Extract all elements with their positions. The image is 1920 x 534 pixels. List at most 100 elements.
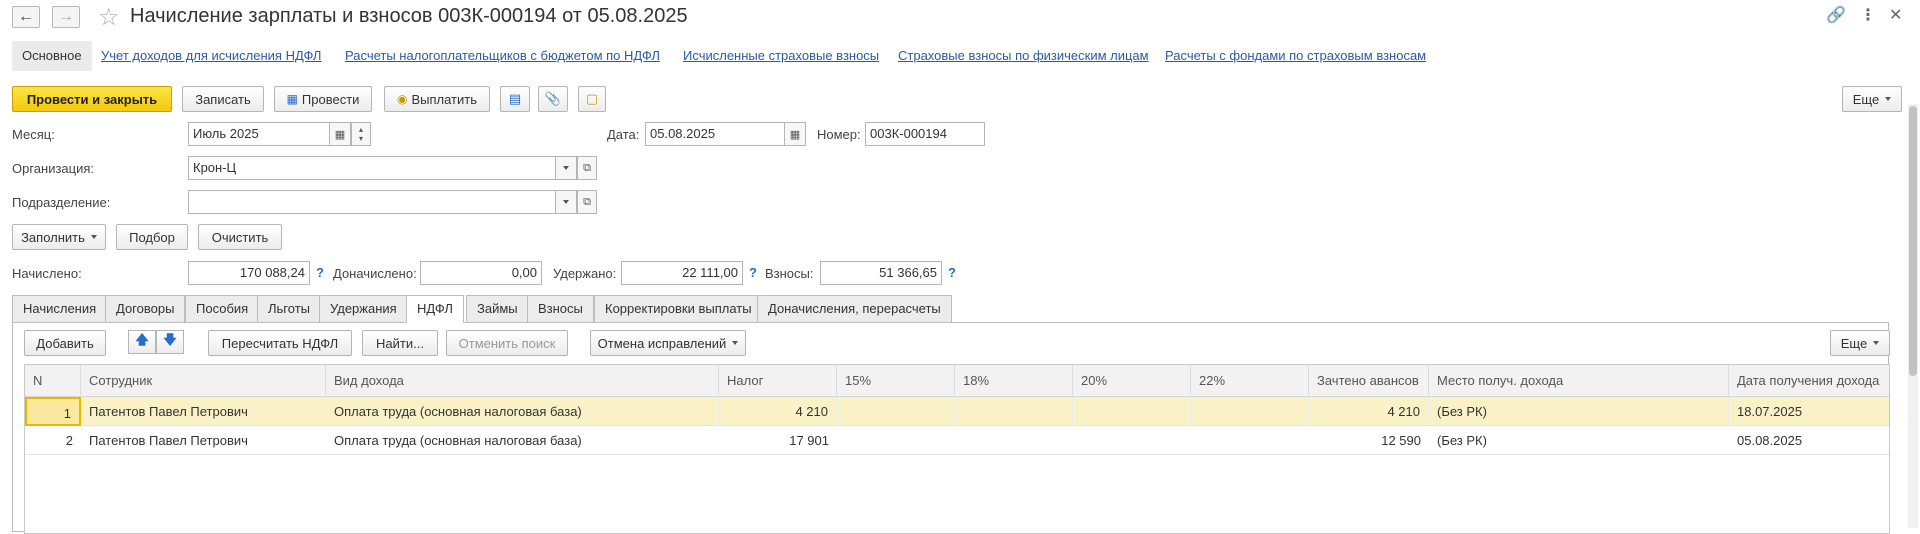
withheld-help-icon[interactable]: ? (749, 265, 757, 280)
more-button[interactable]: Еще (1842, 86, 1902, 112)
nav-link-insurance[interactable]: Исчисленные страховые взносы (683, 48, 879, 63)
month-stepper[interactable]: ▴ ▾ (351, 122, 371, 146)
more-vertical-icon[interactable]: ⋮ (1860, 5, 1876, 25)
tab-deductions[interactable]: Удержания (319, 295, 408, 322)
more-button-label: Еще (1852, 91, 1880, 107)
nav-link-funds[interactable]: Расчеты с фондами по страховым взносам (1165, 48, 1426, 63)
tab-contracts[interactable]: Договоры (105, 295, 186, 322)
chevron-down-icon (732, 341, 739, 345)
rate20-cell (1073, 426, 1191, 455)
withheld-label: Удержано: (553, 266, 617, 281)
withheld-field[interactable]: 22 111,00 (621, 261, 743, 285)
organization-field[interactable]: Крон-Ц (188, 156, 556, 180)
table-row[interactable]: 2 Патентов Павел Петрович Оплата труда (… (25, 426, 1889, 455)
favorite-star-icon[interactable]: ☆ (98, 3, 120, 32)
print-button[interactable]: ▢ (578, 86, 606, 112)
tab-contributions[interactable]: Взносы (527, 295, 594, 322)
post-button-label: Провести (301, 91, 360, 107)
column-header[interactable]: N (25, 365, 81, 397)
department-dropdown-button[interactable] (555, 190, 577, 214)
ndfl-table[interactable]: N Сотрудник Вид дохода Налог 15% 18% 20%… (24, 364, 1890, 534)
attach-button[interactable]: 📎 (538, 86, 568, 112)
date-calendar-button[interactable]: ▦ (784, 122, 806, 146)
page-title: Начисление зарплаты и взносов 003К-00019… (130, 5, 688, 27)
date-field[interactable]: 05.08.2025 (645, 122, 785, 146)
rate15-cell (837, 397, 955, 426)
arrow-up-icon: 🡅 (135, 332, 149, 347)
department-field[interactable] (188, 190, 556, 214)
tab-benefits[interactable]: Пособия (185, 295, 260, 322)
link-icon[interactable]: 🔗 (1826, 5, 1846, 25)
contributions-field[interactable]: 51 366,65 (820, 261, 942, 285)
recalculate-ndfl-button[interactable]: Пересчитать НДФЛ (208, 330, 352, 356)
advances-cell: 4 210 (1309, 397, 1429, 426)
organization-label: Организация: (12, 161, 95, 176)
close-icon[interactable]: ✕ (1889, 5, 1902, 25)
find-button[interactable]: Найти... (362, 330, 438, 356)
pick-button[interactable]: Подбор (116, 224, 188, 250)
add-button[interactable]: Добавить (24, 330, 106, 356)
rate18-cell (955, 426, 1073, 455)
rate18-cell (955, 397, 1073, 426)
pay-button-label: Выплатить (411, 91, 477, 107)
tab-accruals[interactable]: Начисления (12, 295, 108, 322)
nav-link-insurance-persons[interactable]: Страховые взносы по физическим лицам (898, 48, 1149, 63)
accrued-help-icon[interactable]: ? (316, 265, 324, 280)
back-button[interactable]: ← (12, 6, 40, 28)
fill-button[interactable]: Заполнить (12, 224, 106, 250)
number-field[interactable]: 003К-000194 (865, 122, 985, 146)
post-close-button[interactable]: Провести и закрыть (12, 86, 172, 112)
panel-more-button[interactable]: Еще (1830, 330, 1890, 356)
document-icon: ▢ (585, 91, 599, 106)
clear-button[interactable]: Очистить (198, 224, 282, 250)
arrow-right-icon: → (58, 8, 74, 25)
organization-dropdown-button[interactable] (555, 156, 577, 180)
rate22-cell (1191, 426, 1309, 455)
cancel-fixes-button[interactable]: Отмена исправлений (590, 330, 746, 356)
tab-payment-adjustments[interactable]: Корректировки выплаты (594, 295, 763, 322)
nav-link-ndfl-income[interactable]: Учет доходов для исчисления НДФЛ (101, 48, 321, 63)
scrollbar-thumb[interactable] (1909, 106, 1917, 376)
organization-open-button[interactable]: ⧉ (577, 156, 597, 180)
tab-privileges[interactable]: Льготы (257, 295, 322, 322)
month-calendar-button[interactable]: ▦ (329, 122, 351, 146)
forward-button[interactable]: → (52, 6, 80, 28)
column-header[interactable]: Зачтено авансов (1309, 365, 1429, 397)
column-header[interactable]: Сотрудник (81, 365, 326, 397)
column-header[interactable]: 22% (1191, 365, 1309, 397)
column-header[interactable]: Дата получения дохода (1729, 365, 1889, 397)
department-open-button[interactable]: ⧉ (577, 190, 597, 214)
additional-field[interactable]: 0,00 (420, 261, 542, 285)
table-row[interactable]: 1 Патентов Павел Петрович Оплата труда (… (25, 397, 1889, 426)
cancel-fixes-label: Отмена исправлений (597, 335, 727, 351)
cancel-search-button[interactable]: Отменить поиск (446, 330, 568, 356)
number-label: Номер: (817, 127, 861, 142)
pay-button[interactable]: ◉ Выплатить (384, 86, 490, 112)
post-button[interactable]: ▦ Провести (274, 86, 372, 112)
move-down-button[interactable]: 🡇 (156, 330, 184, 354)
month-field[interactable]: Июль 2025 (188, 122, 330, 146)
tab-loans[interactable]: Займы (466, 295, 529, 322)
tab-recalculations[interactable]: Доначисления, перерасчеты (757, 295, 952, 322)
fill-button-label: Заполнить (21, 229, 85, 245)
arrow-left-icon: ← (18, 8, 34, 25)
open-icon: ⧉ (583, 195, 591, 208)
tab-ndfl[interactable]: НДФЛ (406, 295, 464, 323)
column-header[interactable]: Вид дохода (326, 365, 719, 397)
column-header[interactable]: Место получ. дохода (1429, 365, 1729, 397)
column-header[interactable]: Налог (719, 365, 837, 397)
accrued-field[interactable]: 170 088,24 (188, 261, 310, 285)
employee-cell: Патентов Павел Петрович (89, 433, 248, 448)
advances-cell: 12 590 (1381, 433, 1421, 448)
column-header[interactable]: 15% (837, 365, 955, 397)
nav-link-ndfl-budget[interactable]: Расчеты налогоплательщиков с бюджетом по… (345, 48, 660, 63)
contributions-help-icon[interactable]: ? (948, 265, 956, 280)
stepper-down-icon: ▾ (358, 134, 363, 143)
nav-main[interactable]: Основное (12, 41, 92, 71)
save-button[interactable]: Записать (182, 86, 264, 112)
report-button[interactable]: ▤ (500, 86, 530, 112)
column-header[interactable]: 20% (1073, 365, 1191, 397)
column-header[interactable]: 18% (955, 365, 1073, 397)
income-date-cell: 18.07.2025 (1737, 404, 1803, 419)
move-up-button[interactable]: 🡅 (128, 330, 156, 354)
